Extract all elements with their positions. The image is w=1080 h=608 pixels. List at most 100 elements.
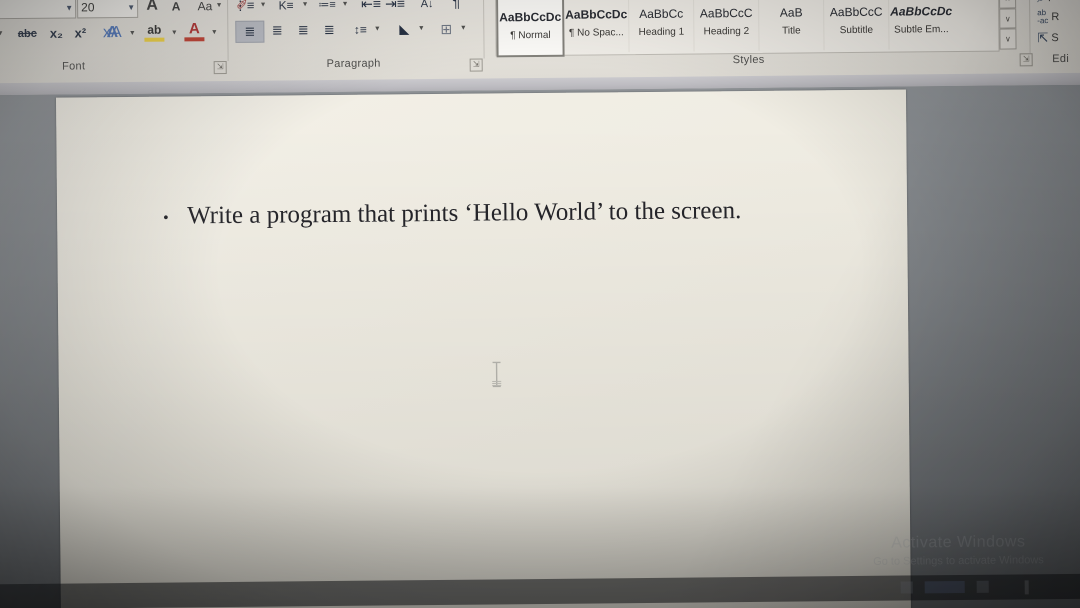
change-case-button[interactable]: Aa ▼ xyxy=(195,0,225,15)
shading-button[interactable]: ◣ xyxy=(393,19,415,39)
font-group-label: Font xyxy=(62,60,86,73)
group-separator xyxy=(1028,0,1031,54)
font-color-swatch xyxy=(184,37,205,42)
bullet-icon: • xyxy=(163,209,169,227)
sort-button[interactable]: A↓ xyxy=(415,0,439,13)
style-preview: AaBbCcC xyxy=(699,5,753,21)
style-preview: AaBbCcDc xyxy=(499,9,562,25)
activate-windows-subtitle: Go to Settings to activate Windows xyxy=(873,554,1044,568)
font-size-value: 20 xyxy=(81,0,95,15)
group-separator xyxy=(227,0,229,61)
font-color-button[interactable]: A xyxy=(183,20,205,37)
photo-of-screen: Body ▼ 20 ▼ A A Aa ▼ ✐ U ▼ abc x₂ x² xA … xyxy=(0,0,1080,608)
styles-more-icon[interactable]: ∨ xyxy=(999,28,1017,50)
replace-label: R xyxy=(1051,11,1060,24)
highlight-color-swatch xyxy=(144,37,165,42)
font-dialog-launcher-icon[interactable]: ⇲ xyxy=(213,61,227,75)
text-cursor-ibeam-icon xyxy=(492,361,502,388)
style-item-normal[interactable]: AaBbCcDc ¶ Normal xyxy=(495,0,565,58)
style-name: Subtle Em... xyxy=(894,24,949,36)
style-item-no-spacing[interactable]: AaBbCcDc ¶ No Spac... xyxy=(563,0,630,53)
select-label: S xyxy=(1051,32,1059,45)
styles-gallery-scrollbar[interactable]: ∧ ∨ ∨ xyxy=(998,0,1017,50)
shrink-font-button[interactable]: A xyxy=(165,0,187,16)
paragraph-dialog-launcher-icon[interactable]: ⇲ xyxy=(469,58,483,72)
style-item-subtle-emphasis[interactable]: AaBbCcDc Subtle Em... xyxy=(889,0,954,50)
line-spacing-button[interactable]: ↕≡ xyxy=(349,20,371,40)
decrease-indent-button[interactable]: ⇤≡ xyxy=(359,0,383,14)
highlight-caret[interactable]: ▼ xyxy=(167,25,181,39)
strikethrough-button[interactable]: abc xyxy=(13,25,41,43)
text-effects-icon: A xyxy=(106,23,119,41)
find-label: F xyxy=(1048,0,1055,4)
style-name: ¶ Normal xyxy=(510,29,551,42)
styles-dialog-launcher-icon[interactable]: ⇲ xyxy=(1019,53,1033,67)
style-name: Subtitle xyxy=(839,24,874,37)
bullets-button[interactable]: ⋮≡ xyxy=(233,0,255,15)
document-page[interactable]: • Write a program that prints ‘Hello Wor… xyxy=(55,89,912,608)
style-preview: AaB xyxy=(779,5,803,20)
find-button[interactable]: ⌕ F xyxy=(1037,0,1055,6)
multilevel-list-button[interactable]: ≔≡ xyxy=(315,0,339,14)
document-body-paragraph[interactable]: • Write a program that prints ‘Hello Wor… xyxy=(163,194,787,233)
underline-caret[interactable]: ▼ xyxy=(0,26,7,40)
align-right-button[interactable]: ≣ xyxy=(290,20,316,40)
search-icon: ⌕ xyxy=(1037,0,1045,6)
style-item-subtitle[interactable]: AaBbCcC Subtitle xyxy=(823,0,890,51)
paragraph-group-label: Paragraph xyxy=(326,57,381,71)
group-separator xyxy=(482,0,485,59)
cursor-arrow-icon: ⇱ xyxy=(1037,30,1049,46)
line-spacing-caret[interactable]: ▼ xyxy=(371,23,383,36)
styles-group-label: Styles xyxy=(732,53,765,67)
style-name: Title xyxy=(782,25,801,37)
styles-scroll-up-icon[interactable]: ∧ xyxy=(998,0,1017,9)
taskbar-icon[interactable] xyxy=(1024,580,1029,595)
styles-scroll-down-icon[interactable]: ∨ xyxy=(999,8,1017,29)
style-preview: AaBbCcDc xyxy=(565,7,628,22)
style-item-heading-1[interactable]: AaBbCс Heading 1 xyxy=(628,0,695,53)
justify-button[interactable]: ≣ xyxy=(316,20,342,40)
style-name: Heading 1 xyxy=(638,26,685,39)
style-preview: AaBbCcC xyxy=(829,4,883,20)
align-left-button[interactable]: ≣ xyxy=(235,20,265,43)
increase-indent-button[interactable]: ⇥≡ xyxy=(383,0,407,14)
shading-caret[interactable]: ▼ xyxy=(415,22,427,35)
style-preview: AaBbCс xyxy=(639,6,684,22)
font-name-combo[interactable]: Body ▼ xyxy=(0,0,77,20)
windows-activation-watermark: Activate Windows Go to Settings to activ… xyxy=(848,533,1068,568)
text-highlight-color-button[interactable]: ab xyxy=(143,21,165,38)
select-button[interactable]: ⇱ S xyxy=(1037,30,1058,46)
numbering-caret[interactable]: ▼ xyxy=(299,0,311,11)
numbering-button[interactable]: K≡ xyxy=(275,0,297,15)
show-formatting-marks-button[interactable]: ¶ xyxy=(445,0,467,13)
taskbar-icon[interactable] xyxy=(976,580,989,593)
editing-group-label: Edi xyxy=(1052,52,1070,66)
chevron-down-icon: ▼ xyxy=(127,2,136,12)
borders-caret[interactable]: ▼ xyxy=(457,22,469,35)
editing-group: ⌕ F ab-ac R ⇱ S Edi xyxy=(1035,0,1080,65)
style-item-title[interactable]: AaB Title xyxy=(758,0,825,51)
bullets-caret[interactable]: ▼ xyxy=(257,0,269,12)
replace-button[interactable]: ab -ac R xyxy=(1037,8,1060,25)
superscript-button[interactable]: x² xyxy=(69,23,91,42)
document-workspace: • Write a program that prints ‘Hello Wor… xyxy=(0,84,1080,608)
document-body-text: Write a program that prints ‘Hello World… xyxy=(186,197,742,230)
align-center-button[interactable]: ≣ xyxy=(264,20,290,40)
chevron-down-icon: ▼ xyxy=(65,2,74,13)
ribbon-home-tab: Body ▼ 20 ▼ A A Aa ▼ ✐ U ▼ abc x₂ x² xA … xyxy=(0,0,1080,96)
multilevel-caret[interactable]: ▼ xyxy=(339,0,351,11)
taskbar-icon[interactable] xyxy=(900,581,913,594)
styles-gallery[interactable]: AaBbCcDc ¶ Normal AaBbCcDc ¶ No Spac... … xyxy=(494,0,1000,58)
font-color-caret[interactable]: ▼ xyxy=(207,25,221,39)
taskbar-icon[interactable] xyxy=(924,580,965,594)
style-item-heading-2[interactable]: AaBbCcC Heading 2 xyxy=(693,0,760,52)
style-name: ¶ No Spac... xyxy=(568,27,624,39)
subscript-button[interactable]: x₂ xyxy=(45,24,67,43)
activate-windows-title: Activate Windows xyxy=(891,533,1026,552)
font-size-combo[interactable]: 20 ▼ xyxy=(77,0,139,19)
style-name: Heading 2 xyxy=(703,25,750,38)
text-effects-caret[interactable]: ▼ xyxy=(125,26,139,40)
borders-button[interactable]: ⊞ xyxy=(435,19,457,39)
style-preview: AaBbCcDc xyxy=(890,4,953,19)
grow-font-button[interactable]: A xyxy=(141,0,163,16)
